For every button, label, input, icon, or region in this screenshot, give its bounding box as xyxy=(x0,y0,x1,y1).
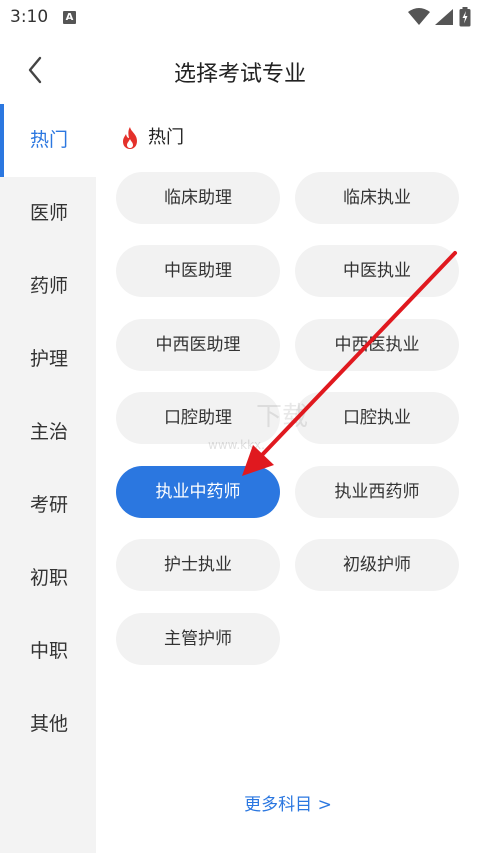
sidebar-item-label: 中职 xyxy=(30,640,69,662)
sidebar-item-hot[interactable]: 热门 xyxy=(0,104,96,177)
sidebar-item-junior-title[interactable]: 初职 xyxy=(0,542,96,615)
sidebar-item-label: 药师 xyxy=(30,275,69,297)
options-panel: 热门 临床助理 临床执业 中医助理 中医执业 中西医助理 中西医执业 口腔助理 … xyxy=(96,104,480,853)
wifi-icon xyxy=(408,8,430,25)
sidebar-item-label: 护理 xyxy=(30,348,69,370)
sidebar-item-pharmacist[interactable]: 药师 xyxy=(0,250,96,323)
option-chip[interactable]: 初级护师 xyxy=(295,539,459,591)
fire-icon xyxy=(123,127,137,149)
option-chip[interactable]: 中医执业 xyxy=(295,245,459,297)
category-sidebar: 热门 医师 药师 护理 主治 考研 初职 中职 其他 xyxy=(0,104,96,853)
sidebar-item-postgrad[interactable]: 考研 xyxy=(0,469,96,542)
sidebar-item-label: 初职 xyxy=(30,567,69,589)
battery-icon xyxy=(459,7,471,27)
option-chip[interactable]: 护士执业 xyxy=(116,539,280,591)
header: 选择考试专业 xyxy=(0,36,480,104)
sidebar-item-physician[interactable]: 医师 xyxy=(0,177,96,250)
sidebar-item-label: 其他 xyxy=(30,713,69,735)
sidebar-item-label: 热门 xyxy=(30,129,69,151)
page-title: 选择考试专业 xyxy=(173,62,306,87)
option-chip[interactable]: 中医助理 xyxy=(116,245,280,297)
option-chip[interactable]: 主管护师 xyxy=(116,613,280,665)
option-chip[interactable]: 临床执业 xyxy=(295,172,459,224)
sidebar-item-other[interactable]: 其他 xyxy=(0,688,96,761)
option-chip[interactable]: 中西医助理 xyxy=(116,319,280,371)
sidebar-item-label: 医师 xyxy=(30,202,69,224)
status-bar: 3:10 A xyxy=(0,0,480,36)
sidebar-item-label: 主治 xyxy=(30,421,69,443)
sidebar-item-label: 考研 xyxy=(30,494,69,516)
signal-icon xyxy=(435,9,453,25)
status-time: 3:10 xyxy=(10,7,49,27)
option-chip[interactable]: 临床助理 xyxy=(116,172,280,224)
sidebar-item-attending[interactable]: 主治 xyxy=(0,396,96,469)
option-chip[interactable]: 口腔助理 xyxy=(116,392,280,444)
active-indicator xyxy=(0,104,4,177)
section-title: 热门 xyxy=(148,127,184,148)
option-chip-selected[interactable]: 执业中药师 xyxy=(116,466,280,518)
more-subjects-link[interactable]: 更多科目 > xyxy=(96,790,480,815)
notification-badge-icon: A xyxy=(63,11,76,24)
option-chip[interactable]: 中西医执业 xyxy=(295,319,459,371)
option-chip[interactable]: 执业西药师 xyxy=(295,466,459,518)
sidebar-item-nursing[interactable]: 护理 xyxy=(0,323,96,396)
option-chip[interactable]: 口腔执业 xyxy=(295,392,459,444)
sidebar-item-intermediate-title[interactable]: 中职 xyxy=(0,615,96,688)
